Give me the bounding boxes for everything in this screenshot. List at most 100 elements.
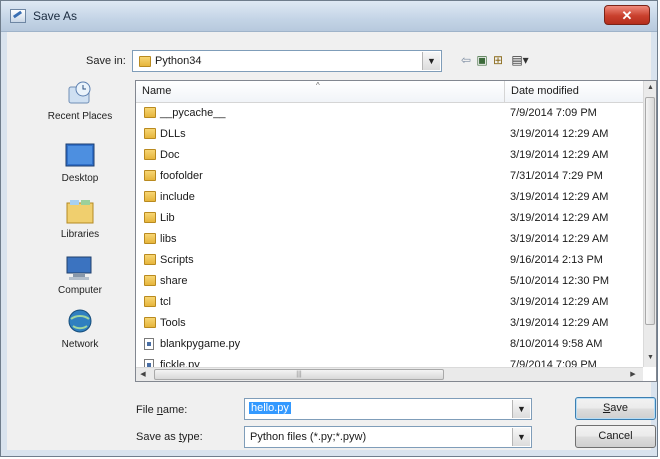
place-recent-places[interactable]: Recent Places — [35, 79, 125, 122]
folder-icon — [144, 233, 156, 244]
column-header-date-modified[interactable]: Date modified — [511, 85, 579, 97]
item-date-modified: 3/19/2014 12:29 AM — [510, 317, 609, 329]
place-label: Libraries — [60, 229, 100, 240]
new-folder-icon[interactable]: ⊞ — [491, 52, 505, 68]
scroll-down-icon[interactable]: ▼ — [644, 351, 656, 365]
recent-places-icon — [63, 79, 97, 109]
item-name: Scripts — [160, 254, 194, 266]
save-as-type-value: Python files (*.py;*.pyw) — [250, 431, 367, 443]
folder-icon — [144, 296, 156, 307]
scroll-left-icon[interactable]: ◀ — [136, 368, 150, 381]
network-icon — [63, 307, 97, 337]
item-name: Lib — [160, 212, 175, 224]
place-network[interactable]: Network — [35, 307, 125, 350]
place-label: Network — [61, 339, 99, 350]
libraries-icon — [63, 197, 97, 227]
save-as-type-label: Save as type: — [136, 431, 203, 443]
item-date-modified: 7/31/2014 7:29 PM — [510, 170, 603, 182]
list-item[interactable]: share 5/10/2014 12:30 PM — [136, 271, 646, 292]
item-name: include — [160, 191, 195, 203]
file-name-value: hello.py — [249, 402, 291, 414]
column-divider[interactable] — [504, 81, 505, 102]
item-date-modified: 5/10/2014 12:30 PM — [510, 275, 610, 287]
place-computer[interactable]: Computer — [35, 253, 125, 296]
save-button[interactable]: Save — [575, 397, 656, 420]
list-header: Name ^ Date modified — [136, 81, 656, 103]
save-in-dropdown[interactable]: Python34 ▼ — [132, 50, 442, 72]
python-file-icon — [144, 338, 156, 350]
list-item[interactable]: Tools 3/19/2014 12:29 AM — [136, 313, 646, 334]
file-list[interactable]: Name ^ Date modified __pycache__ 7/9/2014… — [135, 80, 657, 382]
title-bar[interactable]: Save As ✕ — [1, 1, 657, 32]
folder-icon — [139, 56, 151, 67]
scroll-thumb[interactable] — [645, 97, 655, 325]
folder-icon — [144, 317, 156, 328]
up-folder-icon[interactable]: ▣ — [475, 52, 489, 68]
list-item[interactable]: Scripts 9/16/2014 2:13 PM — [136, 250, 646, 271]
item-date-modified: 3/19/2014 12:29 AM — [510, 149, 609, 161]
item-date-modified: 3/19/2014 12:29 AM — [510, 296, 609, 308]
window-title: Save As — [33, 9, 78, 23]
computer-icon — [63, 253, 97, 283]
chevron-down-icon[interactable]: ▼ — [512, 428, 530, 446]
folder-icon — [144, 275, 156, 286]
item-date-modified: 3/19/2014 12:29 AM — [510, 191, 609, 203]
item-date-modified: 7/9/2014 7:09 PM — [510, 107, 597, 119]
item-date-modified: 8/10/2014 9:58 AM — [510, 338, 603, 350]
scroll-thumb[interactable]: ||| — [154, 369, 444, 380]
list-item[interactable]: Doc 3/19/2014 12:29 AM — [136, 145, 646, 166]
item-name: foofolder — [160, 170, 203, 182]
vertical-scrollbar[interactable]: ▲ ▼ — [643, 81, 656, 367]
folder-icon — [144, 191, 156, 202]
cancel-button[interactable]: Cancel — [575, 425, 656, 448]
item-name: libs — [160, 233, 177, 245]
list-item[interactable]: blankpygame.py 8/10/2014 9:58 AM — [136, 334, 646, 355]
folder-icon — [144, 254, 156, 265]
list-item[interactable]: include 3/19/2014 12:29 AM — [136, 187, 646, 208]
folder-icon — [144, 170, 156, 181]
folder-icon — [144, 128, 156, 139]
chevron-down-icon[interactable]: ▼ — [422, 52, 440, 70]
item-date-modified: 3/19/2014 12:29 AM — [510, 212, 609, 224]
item-date-modified: 9/16/2014 2:13 PM — [510, 254, 603, 266]
place-libraries[interactable]: Libraries — [35, 197, 125, 240]
save-in-label: Save in: — [86, 55, 126, 67]
file-name-label: File name: — [136, 404, 188, 416]
back-arrow-icon[interactable]: ⇦ — [459, 52, 473, 68]
chevron-down-icon[interactable]: ▼ — [512, 400, 530, 418]
list-item[interactable]: tcl 3/19/2014 12:29 AM — [136, 292, 646, 313]
list-item[interactable]: foofolder 7/31/2014 7:29 PM — [136, 166, 646, 187]
save-as-type-dropdown[interactable]: Python files (*.py;*.pyw) ▼ — [244, 426, 532, 448]
close-button[interactable]: ✕ — [604, 5, 650, 25]
list-item[interactable]: Lib 3/19/2014 12:29 AM — [136, 208, 646, 229]
item-name: Doc — [160, 149, 180, 161]
file-name-field[interactable]: hello.py ▼ — [244, 398, 532, 420]
place-desktop[interactable]: Desktop — [35, 141, 125, 184]
list-item[interactable]: libs 3/19/2014 12:29 AM — [136, 229, 646, 250]
folder-icon — [144, 107, 156, 118]
column-header-name[interactable]: Name — [142, 85, 171, 97]
folder-toolbar: ⇦ ▣ ⊞ ▤▾ — [459, 52, 539, 70]
save-as-app-icon — [10, 9, 26, 23]
scroll-right-icon[interactable]: ▶ — [626, 368, 640, 381]
sort-ascending-icon: ^ — [316, 81, 320, 90]
item-date-modified: 3/19/2014 12:29 AM — [510, 128, 609, 140]
item-name: blankpygame.py — [160, 338, 241, 350]
list-item[interactable]: __pycache__ 7/9/2014 7:09 PM — [136, 103, 646, 124]
item-name: DLLs — [160, 128, 186, 140]
scroll-up-icon[interactable]: ▲ — [644, 81, 656, 95]
item-name: share — [160, 275, 188, 287]
item-name: __pycache__ — [160, 107, 226, 119]
item-name: tcl — [160, 296, 171, 308]
file-rows: __pycache__ 7/9/2014 7:09 PM DLLs 3/19/2014… — [136, 103, 646, 376]
save-as-dialog: Save As ✕ Save in: Python34 ▼ ⇦ ▣ ⊞ ▤▾ R… — [0, 0, 658, 457]
place-label: Desktop — [61, 173, 99, 184]
folder-icon — [144, 149, 156, 160]
places-bar: Recent Places Desktop Libraries Computer… — [35, 79, 125, 379]
item-date-modified: 3/19/2014 12:29 AM — [510, 233, 609, 245]
horizontal-scrollbar[interactable]: ◀ ||| ▶ — [136, 367, 643, 381]
place-label: Recent Places — [47, 111, 113, 122]
save-in-value: Python34 — [155, 55, 202, 67]
list-item[interactable]: DLLs 3/19/2014 12:29 AM — [136, 124, 646, 145]
view-menu-icon[interactable]: ▤▾ — [509, 52, 531, 68]
